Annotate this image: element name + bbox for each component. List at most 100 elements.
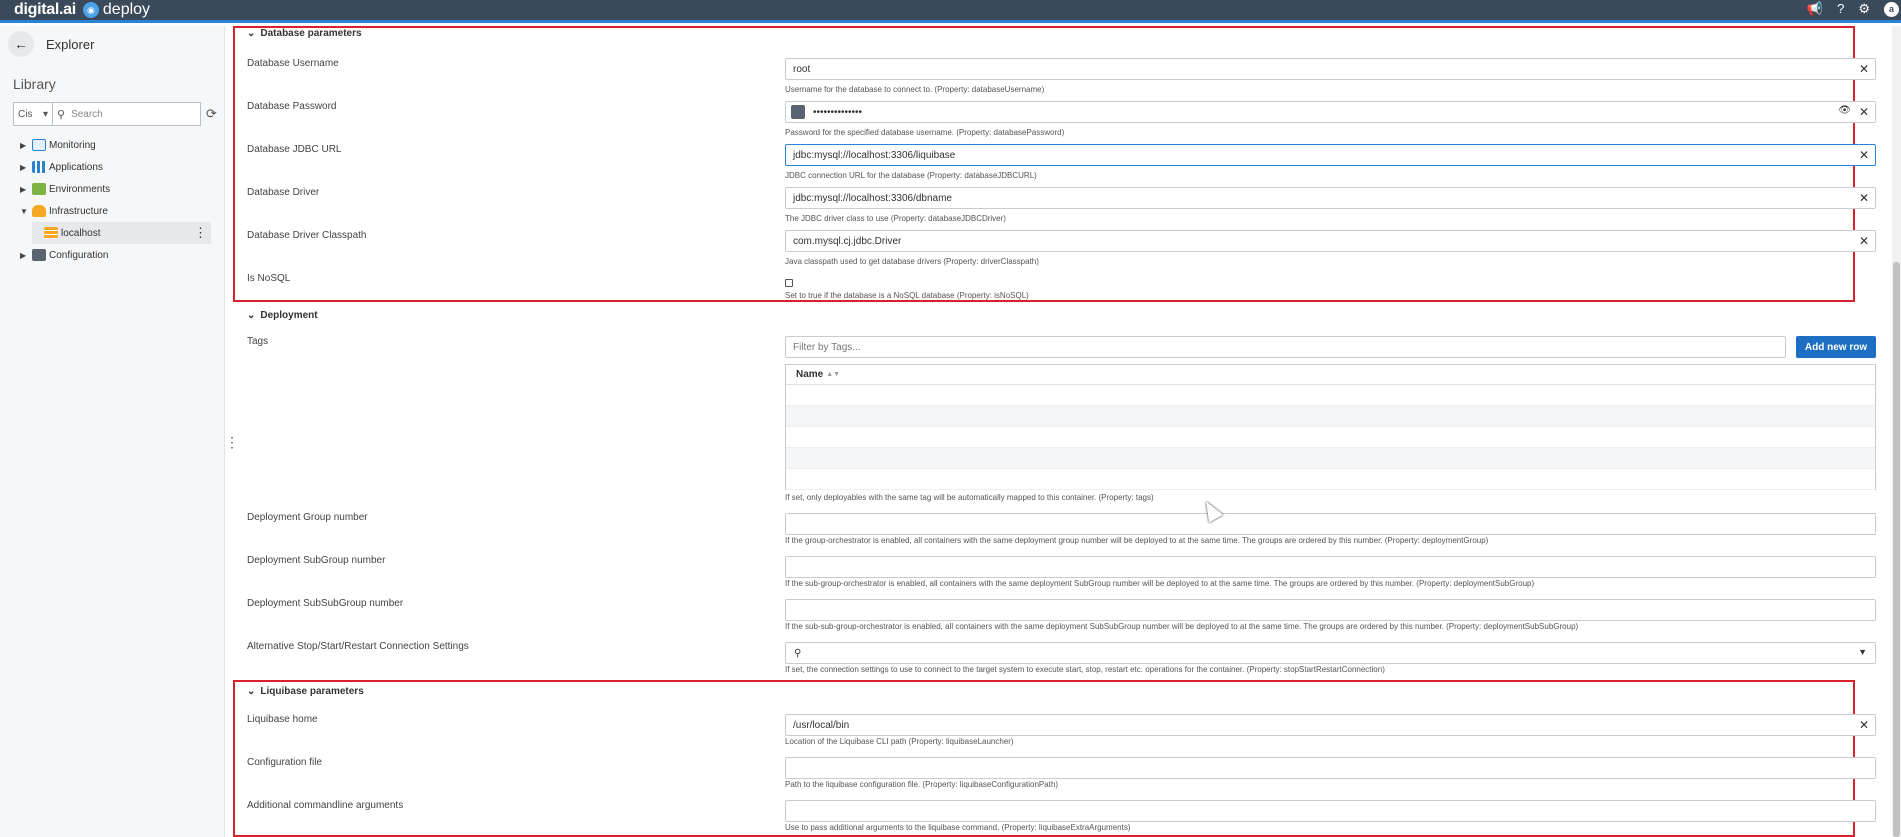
more-options-icon[interactable]: ⋮	[194, 226, 207, 239]
db-classpath-input[interactable]: com.mysql.cj.jdbc.Driver ✕	[785, 230, 1876, 252]
clear-icon[interactable]: ✕	[1859, 62, 1869, 76]
db-password-input[interactable]: •••••••••••••• 👁 ✕	[785, 101, 1876, 123]
deployment-subsubgroup-hint: If the sub-sub-group-orchestrator is ena…	[785, 622, 1579, 631]
sidebar: ← Explorer Library Cis ▾ ⚲ Search ⟳ ▶ Mo…	[0, 26, 225, 837]
clear-icon[interactable]: ✕	[1859, 191, 1869, 205]
db-classpath-label: Database Driver Classpath	[247, 230, 367, 241]
db-nosql-hint: Set to true if the database is a NoSQL d…	[785, 291, 1029, 300]
liquibase-config-input[interactable]	[785, 757, 1876, 779]
panel-splitter-handle[interactable]: ⋮	[225, 435, 239, 449]
caret-right-icon[interactable]: ▶	[20, 185, 30, 194]
refresh-icon[interactable]: ⟳	[206, 106, 217, 122]
clear-icon[interactable]: ✕	[1859, 105, 1869, 119]
db-jdbc-url-label: Database JDBC URL	[247, 144, 342, 155]
header-icons: 📢 ? ⚙ a	[1807, 1, 1899, 17]
field-value: jdbc:mysql://localhost:3306/liquibase	[793, 149, 956, 161]
tree-item-applications[interactable]: ▶ Applications	[0, 156, 224, 178]
liquibase-home-hint: Location of the Liquibase CLI path (Prop…	[785, 737, 1014, 746]
field-value: /usr/local/bin	[793, 719, 850, 731]
tree-item-localhost[interactable]: localhost ⋮	[32, 222, 211, 244]
megaphone-icon[interactable]: 📢	[1807, 1, 1823, 17]
library-search-input[interactable]: ⚲ Search	[53, 102, 201, 126]
dropdown-arrow-icon[interactable]: ▼	[1858, 647, 1867, 657]
liquibase-section-header[interactable]: ⌄ Liquibase parameters	[247, 686, 364, 697]
db-driver-input[interactable]: jdbc:mysql://localhost:3306/dbname ✕	[785, 187, 1876, 209]
add-new-row-button[interactable]: Add new row	[1796, 336, 1876, 358]
clear-icon[interactable]: ✕	[1859, 148, 1869, 162]
tags-table-header[interactable]: Name ▲▼	[786, 365, 1875, 385]
db-jdbc-url-input[interactable]: jdbc:mysql://localhost:3306/liquibase ✕	[785, 144, 1876, 166]
tags-filter-input[interactable]: Filter by Tags...	[785, 336, 1786, 358]
library-label: Library	[13, 76, 56, 92]
sort-icon: ▲▼	[826, 371, 841, 378]
clear-icon[interactable]: ✕	[1859, 718, 1869, 732]
caret-right-icon[interactable]: ▶	[20, 141, 30, 150]
liquibase-args-hint: Use to pass additional arguments to the …	[785, 823, 1131, 832]
db-driver-label: Database Driver	[247, 187, 320, 198]
db-nosql-checkbox[interactable]	[785, 279, 793, 287]
library-search-row: Cis ▾ ⚲ Search ⟳	[13, 102, 224, 126]
deployment-subgroup-input[interactable]	[785, 556, 1876, 578]
db-username-label: Database Username	[247, 58, 339, 69]
eye-icon[interactable]: 👁	[1838, 105, 1851, 116]
chevron-down-icon: ⌄	[247, 686, 256, 697]
db-password-label: Database Password	[247, 101, 337, 112]
deployment-subsubgroup-input[interactable]	[785, 599, 1876, 621]
alt-connection-select[interactable]: ⚲ ▼	[785, 642, 1876, 664]
liquibase-config-label: Configuration file	[247, 757, 323, 768]
help-icon[interactable]: ?	[1837, 1, 1844, 17]
liquibase-home-label: Liquibase home	[247, 714, 318, 725]
tree-item-configuration[interactable]: ▶ Configuration	[0, 244, 224, 266]
clear-icon[interactable]: ✕	[1859, 234, 1869, 248]
caret-right-icon[interactable]: ▶	[20, 251, 30, 260]
tags-hint: If set, only deployables with the same t…	[785, 493, 1154, 502]
tree-item-infrastructure[interactable]: ▼ Infrastructure	[0, 200, 224, 222]
tree-item-monitoring[interactable]: ▶ Monitoring	[0, 134, 224, 156]
database-section-header[interactable]: ⌄ Database parameters	[247, 28, 362, 39]
scrollbar-thumb[interactable]	[1893, 262, 1900, 837]
environments-icon	[32, 183, 46, 195]
explorer-title: Explorer	[46, 36, 95, 52]
alt-connection-hint: If set, the connection settings to use t…	[785, 665, 1385, 674]
deployment-subgroup-hint: If the sub-group-orchestrator is enabled…	[785, 579, 1535, 588]
db-password-hint: Password for the specified database user…	[785, 128, 1065, 137]
liquibase-home-input[interactable]: /usr/local/bin ✕	[785, 714, 1876, 736]
brand[interactable]: digital.ai ◉ deploy	[14, 1, 150, 19]
tree-item-label: Configuration	[49, 249, 109, 261]
db-username-hint: Username for the database to connect to.…	[785, 85, 1045, 94]
chevron-down-icon: ▾	[42, 108, 48, 120]
alt-connection-label: Alternative Stop/Start/Restart Connectio…	[247, 641, 469, 652]
back-arrow-icon[interactable]: ←	[8, 31, 34, 57]
liquibase-args-input[interactable]	[785, 800, 1876, 822]
deployment-section-header[interactable]: ⌄ Deployment	[247, 310, 318, 321]
column-name-header: Name	[796, 369, 824, 380]
caret-down-icon[interactable]: ▼	[20, 207, 30, 216]
search-icon: ⚲	[794, 647, 802, 659]
chevron-down-icon: ⌄	[247, 310, 256, 321]
field-value: jdbc:mysql://localhost:3306/dbname	[793, 192, 952, 204]
product-name: deploy	[102, 1, 151, 18]
keyboard-icon[interactable]	[791, 105, 805, 119]
applications-icon	[32, 161, 46, 173]
explorer-header: ← Explorer	[0, 26, 224, 62]
field-value: com.mysql.cj.jdbc.Driver	[793, 235, 902, 247]
deployment-subsubgroup-label: Deployment SubSubGroup number	[247, 598, 404, 609]
table-row	[786, 385, 1875, 406]
ci-type-select[interactable]: Cis ▾	[13, 102, 53, 126]
table-row	[786, 406, 1875, 427]
caret-right-icon[interactable]: ▶	[20, 163, 30, 172]
table-row	[786, 448, 1875, 469]
table-row	[786, 469, 1875, 490]
db-classpath-hint: Java classpath used to get database driv…	[785, 257, 1039, 266]
ci-editor: ⌄ Database parameters Database Username …	[233, 26, 1876, 837]
db-username-input[interactable]: root ✕	[785, 58, 1876, 80]
user-avatar[interactable]: a	[1884, 1, 1899, 17]
tags-placeholder: Filter by Tags...	[793, 341, 861, 353]
liquibase-args-label: Additional commandline arguments	[247, 800, 404, 811]
tree-item-environments[interactable]: ▶ Environments	[0, 178, 224, 200]
section-title: Deployment	[260, 310, 318, 321]
deployment-group-input[interactable]	[785, 513, 1876, 535]
settings-icon[interactable]: ⚙	[1858, 1, 1870, 17]
ci-type-value: Cis	[18, 108, 33, 120]
brand-name: digital.ai	[14, 1, 76, 18]
